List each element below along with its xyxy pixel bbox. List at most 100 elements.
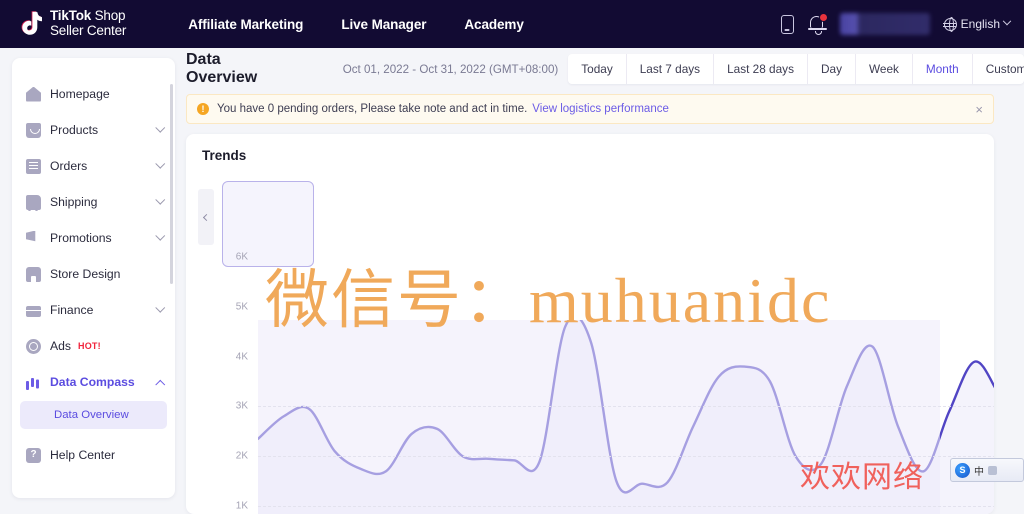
sidebar-subitem-data-overview[interactable]: Data Overview: [20, 401, 167, 429]
notification-badge: [818, 13, 828, 22]
sidebar-item-label: Homepage: [50, 87, 110, 101]
products-icon: [26, 122, 41, 138]
range-button-week[interactable]: Week: [856, 54, 913, 84]
chart-y-tick: 4K: [235, 351, 248, 363]
sidebar: Homepage Products Orders Shipping Promot…: [12, 58, 175, 498]
sidebar-item-promotions[interactable]: Promotions: [12, 220, 175, 256]
view-logistics-performance-link[interactable]: View logistics performance: [532, 103, 669, 115]
chevron-up-icon: [155, 380, 165, 390]
hot-badge: HOT!: [78, 341, 101, 351]
logo-shop: Shop: [91, 8, 126, 24]
chart-gridline: [258, 506, 994, 508]
chart-y-tick: 1K: [235, 500, 248, 512]
mobile-phone-icon[interactable]: [780, 14, 794, 34]
panel-title: Trends: [202, 148, 247, 163]
chevron-down-icon: [155, 194, 165, 204]
sidebar-item-label: Help Center: [50, 448, 116, 462]
chart-y-tick: 5K: [235, 301, 248, 313]
range-button-day[interactable]: Day: [808, 54, 856, 84]
sidebar-item-label: Shipping: [50, 195, 98, 209]
sidebar-item-homepage[interactable]: Homepage: [12, 76, 175, 112]
chevron-down-icon: [155, 230, 165, 240]
page-header: Data Overview Oct 01, 2022 - Oct 31, 202…: [184, 48, 1024, 90]
sidebar-item-data-compass[interactable]: Data Compass: [12, 364, 175, 400]
nav-right-actions: English: [780, 13, 1012, 35]
carousel-prev-button[interactable]: [198, 189, 214, 245]
sidebar-item-store-design[interactable]: Store Design: [12, 256, 175, 292]
logo-seller-center: Seller Center: [50, 23, 127, 38]
nav-link-affiliate-marketing[interactable]: Affiliate Marketing: [188, 17, 303, 32]
ads-icon: [26, 338, 41, 354]
sidebar-item-ads[interactable]: Ads HOT!: [12, 328, 175, 364]
user-account-avatar[interactable]: [839, 13, 930, 35]
chart-y-tick: 6K: [235, 251, 248, 263]
sidebar-item-label: Store Design: [50, 267, 121, 281]
chevron-left-icon: [202, 213, 210, 221]
chart-plot-area: [258, 320, 994, 514]
notification-bell-icon[interactable]: [807, 13, 828, 35]
sidebar-item-label: Promotions: [50, 231, 112, 245]
trends-panel: Trends 1K 2K 3K 4K 5K 6K: [186, 134, 994, 514]
sidebar-item-label: Orders: [50, 159, 88, 173]
globe-icon: [943, 17, 957, 33]
chevron-down-icon: [155, 158, 165, 168]
chart-y-axis: 1K 2K 3K 4K 5K 6K: [222, 251, 248, 511]
sidebar-item-help-center[interactable]: Help Center: [12, 437, 175, 473]
nav-link-academy[interactable]: Academy: [464, 17, 523, 32]
sidebar-item-finance[interactable]: Finance: [12, 292, 175, 328]
ime-mode-label[interactable]: 中: [974, 463, 984, 478]
brand-logo-text: TikTok Shop Seller Center: [50, 9, 126, 38]
chart-gridline: [258, 406, 994, 408]
sogou-ime-toolbar[interactable]: 中: [950, 458, 1024, 482]
sidebar-item-label: Products: [50, 123, 99, 137]
date-range-label: Oct 01, 2022 - Oct 31, 2022 (GMT+08:00): [342, 62, 559, 76]
sidebar-scrollbar[interactable]: [170, 84, 173, 284]
alert-message: You have 0 pending orders, Please take n…: [217, 103, 528, 115]
trends-line-chart: 1K 2K 3K 4K 5K 6K: [186, 251, 994, 514]
logo-brand: TikTok: [50, 8, 92, 24]
promotions-icon: [26, 230, 36, 242]
home-icon: [26, 86, 41, 102]
tiktok-note-icon: [18, 10, 44, 38]
sidebar-item-label: Data Compass: [50, 375, 135, 389]
orders-icon: [26, 158, 41, 174]
nav-link-live-manager[interactable]: Live Manager: [341, 17, 426, 32]
language-label: English: [960, 17, 1000, 31]
top-navigation-bar: TikTok Shop Seller Center Affiliate Mark…: [0, 0, 1024, 48]
sidebar-subitem-label: Data Overview: [54, 409, 129, 421]
chart-highlight-band: [258, 320, 940, 514]
range-button-last-7-days[interactable]: Last 7 days: [627, 54, 715, 84]
chart-gridline: [258, 456, 994, 458]
warning-icon: [197, 103, 209, 115]
ime-tool-icon[interactable]: [988, 465, 997, 475]
pending-orders-alert: You have 0 pending orders, Please take n…: [186, 94, 994, 124]
sidebar-item-label: Finance: [50, 303, 94, 317]
metric-cards-carousel: [198, 175, 978, 267]
help-icon: [26, 447, 41, 463]
chevron-down-icon: [1002, 16, 1012, 26]
language-selector[interactable]: English: [943, 16, 1012, 33]
chevron-down-icon: [155, 122, 165, 132]
date-range-segmented-control: Today Last 7 days Last 28 days Day Week …: [568, 54, 1024, 84]
main-content: Data Overview Oct 01, 2022 - Oct 31, 202…: [184, 48, 1024, 514]
range-button-month[interactable]: Month: [913, 54, 973, 84]
finance-icon: [26, 305, 41, 317]
sidebar-item-label: Ads: [50, 339, 72, 353]
sogou-logo-icon: [955, 462, 970, 478]
brand-logo[interactable]: TikTok Shop Seller Center: [18, 9, 126, 38]
sidebar-item-orders[interactable]: Orders: [12, 148, 175, 184]
sidebar-item-products[interactable]: Products: [12, 112, 175, 148]
page-title: Data Overview: [186, 51, 258, 86]
range-button-custom[interactable]: Custom: [973, 54, 1024, 84]
chevron-down-icon: [155, 302, 165, 312]
primary-nav-links: Affiliate Marketing Live Manager Academy: [188, 17, 524, 32]
range-button-today[interactable]: Today: [568, 54, 627, 84]
chart-y-tick: 2K: [235, 450, 248, 462]
data-compass-icon: [26, 375, 41, 390]
sidebar-item-shipping[interactable]: Shipping: [12, 184, 175, 220]
range-button-last-28-days[interactable]: Last 28 days: [714, 54, 808, 84]
chart-y-tick: 3K: [235, 400, 248, 412]
close-icon[interactable]: ×: [975, 103, 983, 116]
shipping-icon: [26, 194, 41, 211]
store-icon: [26, 266, 41, 282]
